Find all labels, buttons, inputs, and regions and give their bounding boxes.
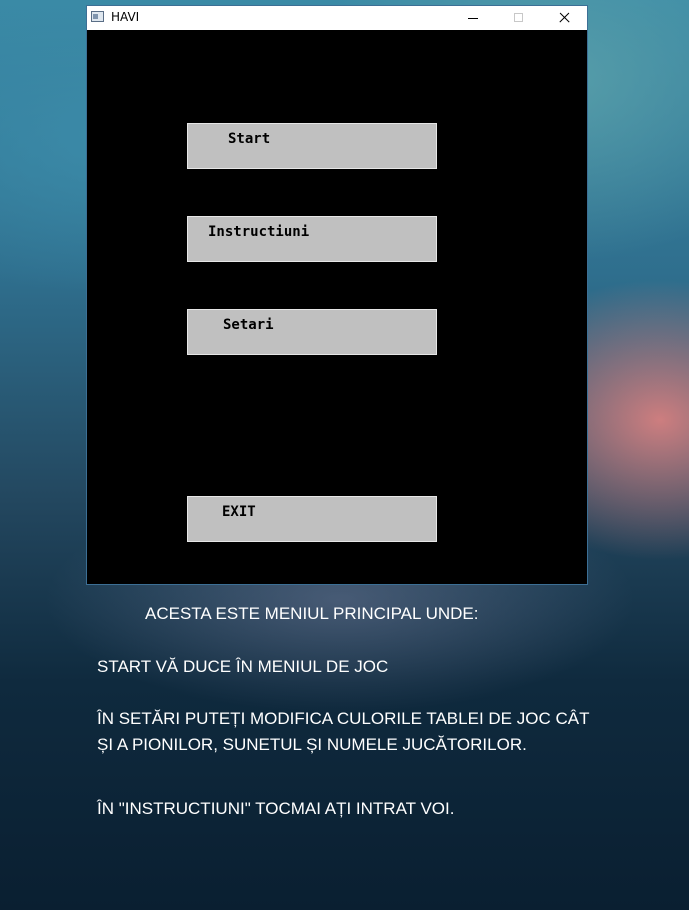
caption-instructiuni: ÎN "INSTRUCTIUNI" TOCMAI AȚI INTRAT VOI. xyxy=(97,799,455,818)
instructiuni-button-label: Instructiuni xyxy=(208,224,310,240)
setari-button[interactable]: Setari xyxy=(187,309,437,355)
window-title: HAVI xyxy=(111,10,140,24)
exit-button-label: EXIT xyxy=(222,504,256,520)
caption-start: START VĂ DUCE ÎN MENIUL DE JOC xyxy=(97,657,389,676)
exit-button[interactable]: EXIT xyxy=(187,496,437,542)
title-bar[interactable]: HAVI xyxy=(87,6,587,30)
caption-heading: ACESTA ESTE MENIUL PRINCIPAL UNDE: xyxy=(145,604,479,623)
instructiuni-button[interactable]: Instructiuni xyxy=(187,216,437,262)
maximize-icon[interactable] xyxy=(496,6,542,30)
caption-setari-line2: ȘI A PIONILOR, SUNETUL ȘI NUMELE JUCĂTOR… xyxy=(97,735,527,754)
setari-button-label: Setari xyxy=(223,317,274,333)
game-window: HAVI Start Instructiuni Setari EXIT xyxy=(87,6,587,584)
caption-setari-line1: ÎN SETĂRI PUTEȚI MODIFICA CULORILE TABLE… xyxy=(97,709,590,728)
start-button[interactable]: Start xyxy=(187,123,437,169)
start-button-label: Start xyxy=(228,131,271,147)
close-icon[interactable] xyxy=(541,6,587,30)
minimize-icon[interactable] xyxy=(450,6,496,30)
app-icon xyxy=(91,11,104,22)
